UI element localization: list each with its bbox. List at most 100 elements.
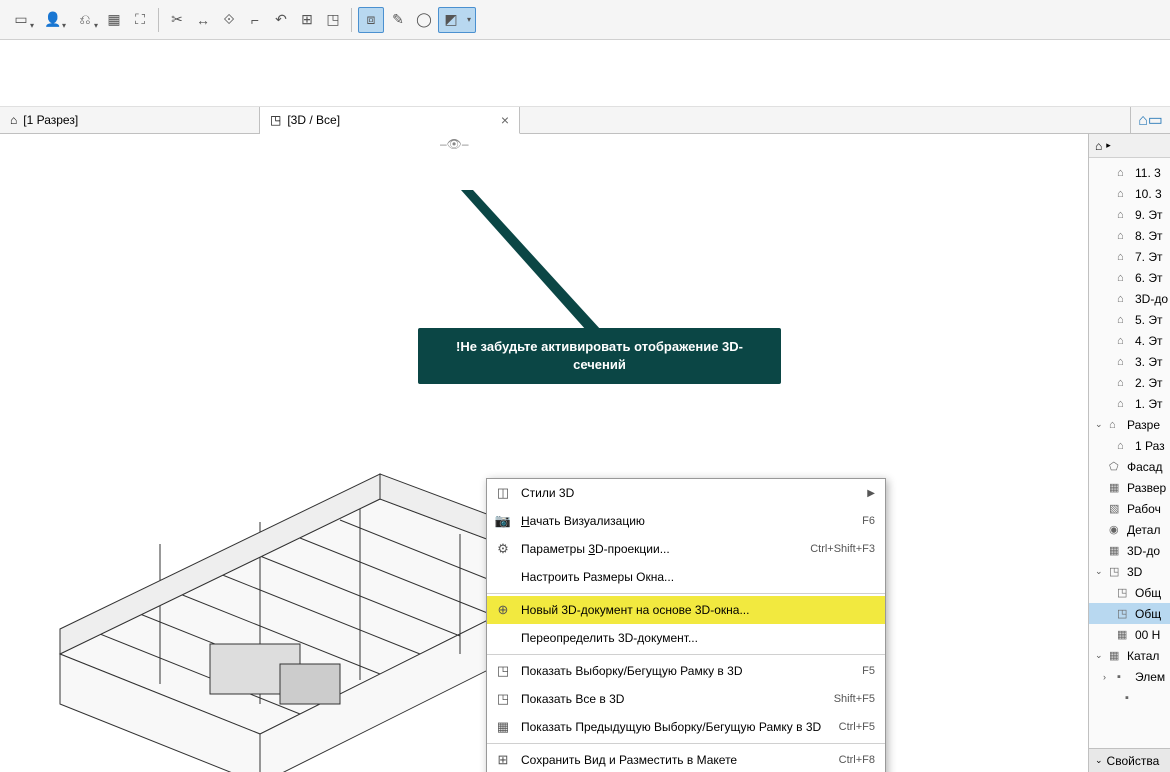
nav-item-icon: ⌂ — [1117, 356, 1131, 368]
menu-separator — [487, 743, 885, 744]
menu-shortcut: Ctrl+F8 — [839, 754, 875, 766]
nav-item-icon: ◳ — [1109, 565, 1123, 578]
footer-label: Свойства — [1107, 754, 1160, 768]
tool-scissors[interactable]: ✂ — [165, 8, 189, 32]
nav-item[interactable]: ⌄◳3D — [1089, 561, 1170, 582]
nav-item[interactable]: ⌂ 9. Эт — [1089, 204, 1170, 225]
tab-close-icon[interactable]: × — [501, 112, 509, 128]
menu-icon — [493, 567, 513, 587]
tool-user[interactable]: 👤 — [38, 8, 68, 32]
nav-item-icon: ⌂ — [1117, 209, 1131, 221]
tool-path[interactable]: ⌐ — [243, 8, 267, 32]
nav-item[interactable]: ⌂3. Эт — [1089, 351, 1170, 372]
tab-3d-all[interactable]: ◳ [3D / Все] × — [260, 107, 520, 134]
callout-text: !Не забудьте активировать отображение 3D… — [456, 339, 743, 372]
menu-icon: ◫ — [493, 483, 513, 503]
nav-item-label: Детал — [1127, 523, 1160, 537]
expand-icon: › — [1103, 672, 1113, 682]
tool-pen[interactable]: ✎ — [386, 8, 410, 32]
nav-item-label: 10. 3 — [1135, 187, 1162, 201]
tool-undo[interactable]: ↶ — [269, 8, 293, 32]
nav-item-label: 11. 3 — [1135, 166, 1161, 180]
nav-item[interactable]: ⌄▦Катал — [1089, 645, 1170, 666]
menu-separator — [487, 593, 885, 594]
nav-item[interactable]: ⌂3D-до — [1089, 288, 1170, 309]
nav-item[interactable]: ▦00 Н — [1089, 624, 1170, 645]
nav-item-icon: ▦ — [1117, 628, 1131, 641]
3d-viewport[interactable]: !Не забудьте активировать отображение 3D… — [0, 154, 1170, 772]
nav-item[interactable]: ▧Рабоч — [1089, 498, 1170, 519]
nav-item[interactable]: ⌂ 10. 3 — [1089, 183, 1170, 204]
menu-item[interactable]: ⊞Сохранить Вид и Разместить в МакетеCtrl… — [487, 746, 885, 772]
nav-item[interactable]: ⌂8. Эт — [1089, 225, 1170, 246]
tool-3dcut-dropdown[interactable]: ▾ — [463, 8, 475, 32]
menu-item[interactable]: ◳Показать Все в 3DShift+F5 — [487, 685, 885, 713]
menu-item[interactable]: ⚙Параметры 3D-проекции...Ctrl+Shift+F3 — [487, 535, 885, 563]
nav-item[interactable]: ◳Общ — [1089, 582, 1170, 603]
nav-item-icon: ⌂ — [1117, 440, 1131, 452]
nav-item-icon: ▪ — [1117, 671, 1131, 683]
nav-item-icon: ◳ — [1117, 607, 1131, 620]
menu-item[interactable]: ◳Показать Выборку/Бегущую Рамку в 3DF5 — [487, 657, 885, 685]
tab-razrez[interactable]: ⌂ [1 Разрез] — [0, 107, 260, 133]
nav-item-icon: ▦ — [1109, 481, 1123, 494]
menu-icon: ⊕ — [493, 600, 513, 620]
nav-item-icon: ⌂ — [1117, 398, 1131, 410]
tab-bar: ⌂ [1 Разрез] ◳ [3D / Все] × ⌂▭ — [0, 106, 1170, 134]
menu-item[interactable]: ◫Стили 3D▶ — [487, 479, 885, 507]
nav-item-icon: ⌂ — [1117, 377, 1131, 389]
menu-item[interactable]: Переопределить 3D-документ... — [487, 624, 885, 652]
menu-label: Показать Выборку/Бегущую Рамку в 3D — [521, 664, 854, 678]
nav-item[interactable]: ◉Детал — [1089, 519, 1170, 540]
nav-item[interactable]: ⌂1. Эт — [1089, 393, 1170, 414]
nav-item[interactable]: ›▪Элем — [1089, 666, 1170, 687]
nav-item-icon: ⌂ — [1117, 188, 1131, 200]
nav-item[interactable]: ⌂6. Эт — [1089, 267, 1170, 288]
menu-item[interactable]: ⊕Новый 3D-документ на основе 3D-окна... — [487, 596, 885, 624]
tool-move[interactable]: ↔ — [191, 8, 215, 32]
nav-item[interactable]: ⌂ 1 Раз — [1089, 435, 1170, 456]
tab-navigator-toggle[interactable]: ⌂▭ — [1130, 107, 1170, 133]
tool-marquee[interactable]: ⛶ — [128, 8, 152, 32]
nav-item[interactable]: ⌂5. Эт — [1089, 309, 1170, 330]
nav-item[interactable]: ▦Развер — [1089, 477, 1170, 498]
nav-item[interactable]: ⌂11. 3 — [1089, 162, 1170, 183]
menu-label: Переопределить 3D-документ... — [521, 631, 875, 645]
tool-sphere[interactable]: ◯ — [412, 8, 436, 32]
nav-item-label: 7. Эт — [1135, 250, 1162, 264]
navigator-header[interactable]: ⌂ ▸ — [1089, 134, 1170, 158]
tab-icon: ◳ — [270, 113, 281, 127]
tool-magnet[interactable]: ⟐ — [217, 8, 241, 32]
tool-select[interactable]: ▭ — [6, 8, 36, 32]
nav-item[interactable]: ▪ — [1089, 687, 1170, 708]
eye-toggle[interactable]: –👁– — [440, 137, 469, 151]
menu-item[interactable]: 📷Начать ВизуализациюF6 — [487, 507, 885, 535]
nav-item-icon: ▦ — [1109, 649, 1123, 662]
menu-icon: ◳ — [493, 661, 513, 681]
navigator-footer[interactable]: ⌄ Свойства — [1089, 748, 1170, 772]
tool-cube[interactable]: ◳ — [321, 8, 345, 32]
nav-item[interactable]: ⌂4. Эт — [1089, 330, 1170, 351]
tool-boxselect[interactable]: ⧈ — [359, 8, 383, 32]
nav-item[interactable]: ⌂7. Эт — [1089, 246, 1170, 267]
nav-item-label: 9. Эт — [1135, 208, 1162, 222]
nav-item-label: Катал — [1127, 649, 1159, 663]
submenu-arrow-icon: ▶ — [867, 488, 875, 499]
tool-grid[interactable]: ▦ — [102, 8, 126, 32]
menu-shortcut: F6 — [862, 515, 875, 527]
tool-branch[interactable]: ⎌ — [70, 8, 100, 32]
menu-icon: ▦ — [493, 717, 513, 737]
tab-spacer — [520, 107, 1130, 133]
nav-item-label: 1 Раз — [1135, 439, 1165, 453]
nav-item[interactable]: ⌄⌂Разре — [1089, 414, 1170, 435]
main-toolbar: ▭ 👤 ⎌ ▦ ⛶ ✂ ↔ ⟐ ⌐ ↶ ⊞ ◳ ⧈ ✎ ◯ ◩ ▾ — [0, 0, 1170, 40]
menu-item[interactable]: ▦Показать Предыдущую Выборку/Бегущую Рам… — [487, 713, 885, 741]
tool-grid2[interactable]: ⊞ — [295, 8, 319, 32]
nav-item-label: Общ — [1135, 586, 1161, 600]
nav-item[interactable]: ▦3D-до — [1089, 540, 1170, 561]
menu-item[interactable]: Настроить Размеры Окна... — [487, 563, 885, 591]
nav-item[interactable]: ⬠Фасад — [1089, 456, 1170, 477]
nav-item[interactable]: ◳Общ — [1089, 603, 1170, 624]
tool-3dcut[interactable]: ◩ — [439, 8, 463, 32]
nav-item[interactable]: ⌂2. Эт — [1089, 372, 1170, 393]
